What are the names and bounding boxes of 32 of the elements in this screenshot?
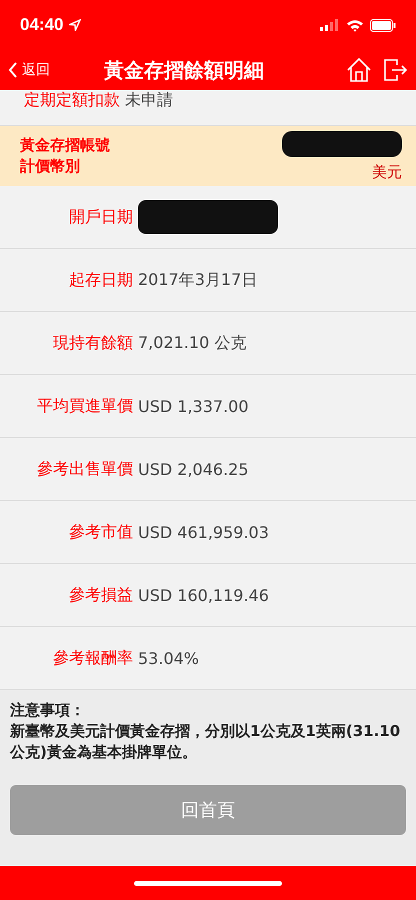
field-label: 平均買進單價 [36,396,133,416]
field-label: 計價幣別 [20,157,81,176]
notes-text: 新臺幣及美元計價黃金存摺，分別以1公克及1英兩(31.10公克)黃金為基本掛牌單位。 [10,721,402,763]
currency-value: 美元 [372,162,402,182]
field-label: 參考損益 [68,584,133,606]
field-value: USD 160,119.46 [138,586,269,604]
signal-icon [320,19,340,31]
status-time: 04:40 [20,15,64,35]
field-label: 定期定額扣款 [23,90,120,111]
field-label: 參考報酬率 [52,648,133,668]
field-label: 現持有餘額 [52,332,133,354]
back-button[interactable]: 返回 [8,61,104,79]
field-value: 2017年3月17日 [138,270,258,290]
chevron-left-icon [8,62,18,78]
logout-icon[interactable] [382,57,408,83]
page-title: 黃金存摺餘額明細 [104,56,265,84]
field-value: 未申請 [125,90,173,111]
field-value: USD 461,959.03 [138,522,269,542]
field-value: USD 1,337.00 [138,396,249,416]
field-label: 起存日期 [68,270,133,290]
field-value: USD 2,046.25 [138,460,249,478]
battery-icon [370,18,396,32]
field-value: 53.04% [138,648,200,668]
field-label: 參考市值 [68,522,133,542]
field-label: 黃金存摺帳號 [20,136,110,155]
field-label: 開戶日期 [68,206,133,228]
wifi-icon [346,18,364,32]
home-icon[interactable] [346,57,372,83]
field-label: 參考出售單價 [36,458,133,480]
notes-title: 注意事項： [10,700,86,721]
field-value: 7,021.10 公克 [138,332,246,354]
location-arrow-icon [69,19,82,31]
